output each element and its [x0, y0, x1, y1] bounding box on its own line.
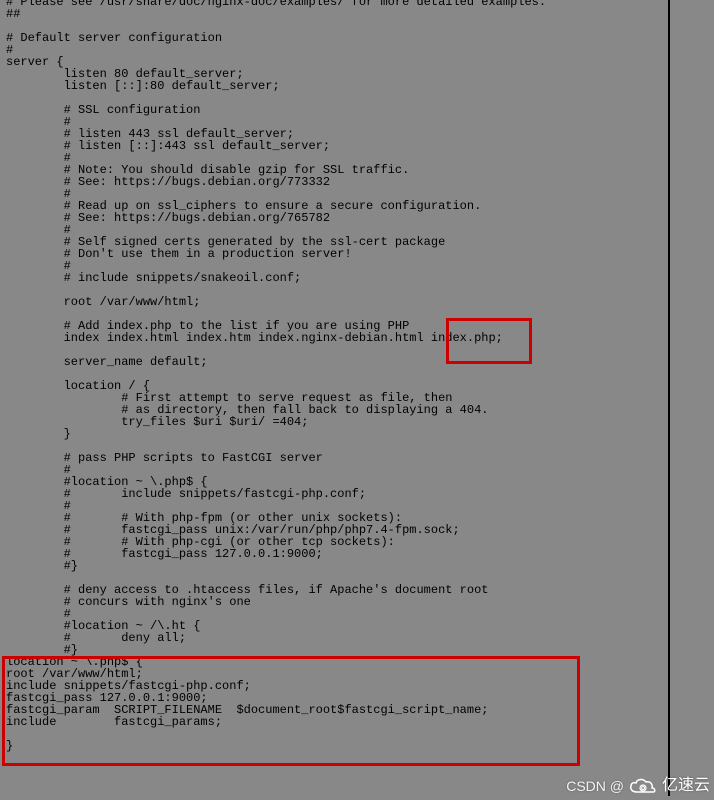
- config-line: # SSL configuration: [6, 104, 668, 116]
- config-line: # concurs with nginx's one: [6, 596, 668, 608]
- config-line: # fastcgi_pass 127.0.0.1:9000;: [6, 548, 668, 560]
- config-file-view: # Please see /usr/share/doc/nginx-doc/ex…: [0, 0, 714, 800]
- config-line: [6, 728, 668, 740]
- cloud-icon: [628, 776, 658, 796]
- config-line: try_files $uri $uri/ =404;: [6, 416, 668, 428]
- config-line: # Default server configuration: [6, 32, 668, 44]
- watermark-brand: 亿速云: [662, 780, 710, 792]
- config-line: include fastcgi_params;: [6, 716, 668, 728]
- config-line: ##: [6, 8, 668, 20]
- config-line: server_name default;: [6, 356, 668, 368]
- watermark-csdn: CSDN @: [566, 780, 624, 792]
- config-line: #: [6, 44, 668, 56]
- config-line: # Please see /usr/share/doc/nginx-doc/ex…: [6, 0, 668, 8]
- config-line: # include snippets/fastcgi-php.conf;: [6, 488, 668, 500]
- config-line: index index.html index.htm index.nginx-d…: [6, 332, 668, 344]
- config-line: [6, 752, 668, 764]
- config-line: # pass PHP scripts to FastCGI server: [6, 452, 668, 464]
- config-line: listen [::]:80 default_server;: [6, 80, 668, 92]
- config-line: # listen [::]:443 ssl default_server;: [6, 140, 668, 152]
- config-line: # See: https://bugs.debian.org/765782: [6, 212, 668, 224]
- config-line: }: [6, 428, 668, 440]
- config-line: # Don't use them in a production server!: [6, 248, 668, 260]
- config-line: root /var/www/html;: [6, 296, 668, 308]
- config-line: [6, 764, 668, 776]
- config-line: # See: https://bugs.debian.org/773332: [6, 176, 668, 188]
- config-line: # deny all;: [6, 632, 668, 644]
- config-line: }: [6, 740, 668, 752]
- code-area: # Please see /usr/share/doc/nginx-doc/ex…: [4, 0, 670, 796]
- config-line: # include snippets/snakeoil.conf;: [6, 272, 668, 284]
- config-line: #}: [6, 560, 668, 572]
- watermark: CSDN @ 亿速云: [566, 776, 710, 796]
